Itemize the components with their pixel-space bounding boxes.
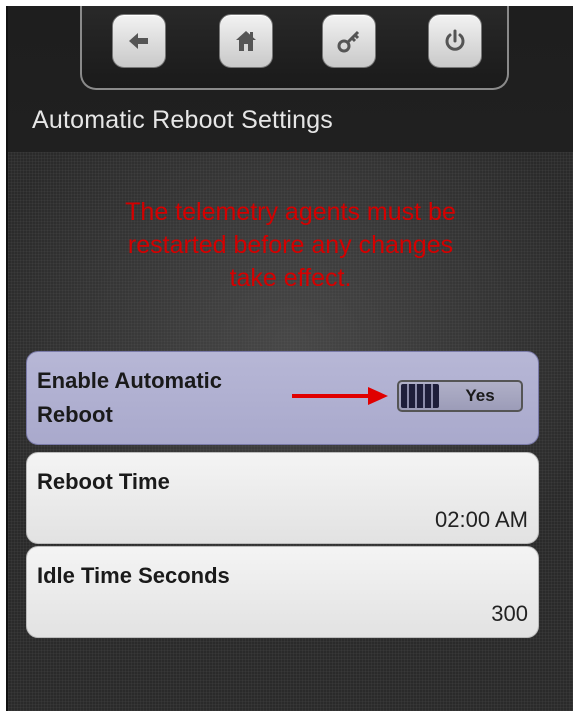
annotation-arrow-icon [292,387,388,405]
setting-label-line: Reboot [37,402,113,427]
setting-reboot-time[interactable]: Reboot Time 02:00 AM [26,452,539,544]
setting-label: Enable Automatic Reboot [37,364,317,432]
warning-line: restarted before any changes [127,231,454,259]
setting-label-line: Enable Automatic [37,368,222,393]
header: Automatic Reboot Settings [8,6,573,152]
setting-label: Idle Time Seconds [37,563,230,588]
home-icon [236,31,256,51]
warning-message: The telemetry agents must be restarted b… [78,196,503,295]
key-button[interactable] [322,14,376,68]
power-button[interactable] [428,14,482,68]
back-button[interactable] [112,14,166,68]
warning-line: take effect. [229,264,352,292]
setting-enable-automatic-reboot[interactable]: Enable Automatic Reboot Yes [26,351,539,445]
back-arrow-icon [129,33,148,49]
home-button[interactable] [219,14,273,68]
setting-value: 02:00 AM [435,507,528,532]
setting-value: 300 [491,601,528,626]
nav-bar [80,6,509,90]
enable-reboot-toggle[interactable]: Yes [397,380,523,412]
page-title: Automatic Reboot Settings [32,106,333,134]
setting-idle-time-seconds[interactable]: Idle Time Seconds 300 [26,546,539,638]
power-icon [445,29,465,51]
warning-line: The telemetry agents must be [125,198,456,226]
toggle-value: Yes [465,386,495,405]
device-screen: Automatic Reboot Settings The telemetry … [6,6,573,711]
toggle-knob [401,384,439,408]
key-icon [337,30,360,53]
setting-label: Reboot Time [37,469,170,494]
